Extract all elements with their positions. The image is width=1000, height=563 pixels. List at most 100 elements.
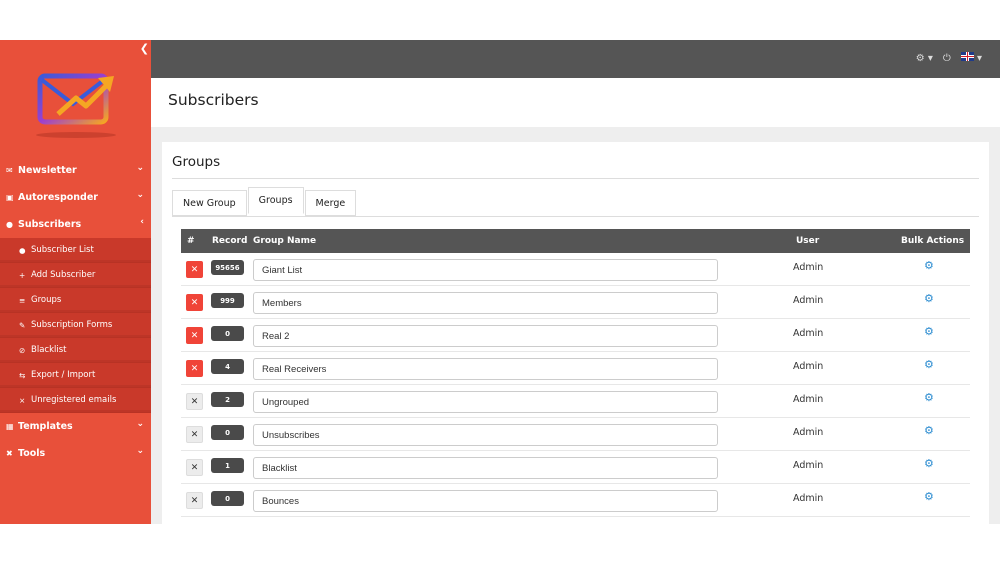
exchange-icon: ⇆ xyxy=(19,370,26,380)
group-name-input[interactable] xyxy=(253,457,718,479)
delete-icon[interactable]: ✕ xyxy=(186,459,203,476)
gear-icon[interactable]: ⚙ xyxy=(924,259,934,272)
envelope-icon: ✉ xyxy=(6,166,13,175)
panel-title: Groups xyxy=(172,154,221,170)
sidebar-item-subscribers[interactable]: ● Subscribers ‹ xyxy=(0,211,151,238)
divider xyxy=(172,178,979,179)
col-header-user: User xyxy=(796,236,820,246)
user-cell: Admin xyxy=(793,427,824,438)
gear-icon[interactable]: ⚙ xyxy=(924,424,934,437)
sidebar-item-autoresponder[interactable]: ▣ Autoresponder ⌄ xyxy=(0,184,151,211)
sidebar-item-label: Templates xyxy=(18,421,73,432)
gear-icon[interactable]: ⚙ xyxy=(924,457,934,470)
group-name-input[interactable] xyxy=(253,259,718,281)
page-title: Subscribers xyxy=(168,91,259,109)
record-count-badge: 1 xyxy=(211,458,244,473)
gear-icon[interactable]: ⚙ xyxy=(924,292,934,305)
submenu-item-blacklist[interactable]: ⊘ Blacklist xyxy=(0,338,151,363)
table-body: ✕ 95656 Admin ⚙ ✕ 999 Admin ⚙ ✕ 0 Admin ⚙ ✕ 4 Admin ⚙ ✕ 2… xyxy=(181,253,970,517)
table-row: ✕ 95656 Admin ⚙ xyxy=(181,253,970,286)
submenu-item-label: Blacklist xyxy=(31,345,67,355)
delete-icon[interactable]: ✕ xyxy=(186,393,203,410)
submenu-item-export-import[interactable]: ⇆ Export / Import xyxy=(0,363,151,388)
gear-icon[interactable]: ⚙ xyxy=(924,490,934,503)
gear-icon[interactable]: ⚙ xyxy=(924,391,934,404)
user-cell: Admin xyxy=(793,262,824,273)
gear-icon[interactable]: ⚙ xyxy=(924,358,934,371)
chevron-left-icon[interactable]: ❮ xyxy=(140,42,149,55)
sidebar-item-newsletter[interactable]: ✉ Newsletter ⌄ xyxy=(0,157,151,184)
record-count-badge: 0 xyxy=(211,326,244,341)
tools-icon: ✖ xyxy=(6,449,13,458)
delete-icon[interactable]: ✕ xyxy=(186,426,203,443)
user-cell: Admin xyxy=(793,361,824,372)
table-header: # Record Group Name User Bulk Actions xyxy=(181,229,970,253)
record-count-badge: 2 xyxy=(211,392,244,407)
submenu-item-label: Subscriber List xyxy=(31,245,94,255)
user-cell: Admin xyxy=(793,493,824,504)
delete-icon[interactable]: ✕ xyxy=(186,360,203,377)
gear-icon[interactable]: ⚙ xyxy=(924,325,934,338)
paint-roller-icon: ▦ xyxy=(6,422,14,431)
record-count-badge: 4 xyxy=(211,359,244,374)
sidebar: ❮ ✉ Newsletter ⌄ ▣ Autoresponder ⌄ ● Sub… xyxy=(0,40,151,524)
sidebar-menu: ✉ Newsletter ⌄ ▣ Autoresponder ⌄ ● Subsc… xyxy=(0,157,151,467)
top-bar: ⚙ ▾ ⏻ ▾ xyxy=(151,40,1000,78)
group-name-input[interactable] xyxy=(253,325,718,347)
group-name-input[interactable] xyxy=(253,358,718,380)
record-count-badge: 95656 xyxy=(211,260,244,275)
sidebar-item-templates[interactable]: ▦ Templates ⌄ xyxy=(0,413,151,440)
app-frame: ❮ ✉ Newsletter ⌄ ▣ Autoresponder ⌄ ● Sub… xyxy=(0,40,1000,524)
uk-flag-icon[interactable]: ▾ xyxy=(960,52,982,64)
table-row: ✕ 0 Admin ⚙ xyxy=(181,319,970,352)
envelope-logo-icon[interactable] xyxy=(36,68,116,130)
chevron-down-icon: ⌄ xyxy=(136,163,144,173)
group-name-input[interactable] xyxy=(253,391,718,413)
submenu-item-label: Groups xyxy=(31,295,62,305)
sidebar-item-tools[interactable]: ✖ Tools ⌄ xyxy=(0,440,151,467)
submenu-item-groups[interactable]: ≡ Groups xyxy=(0,288,151,313)
record-count-badge: 0 xyxy=(211,425,244,440)
submenu-item-unregistered-emails[interactable]: ⨯ Unregistered emails xyxy=(0,388,151,413)
record-count-badge: 999 xyxy=(211,293,244,308)
record-count-badge: 0 xyxy=(211,491,244,506)
table-row: ✕ 4 Admin ⚙ xyxy=(181,352,970,385)
page-header: Subscribers xyxy=(151,78,1000,127)
gear-icon[interactable]: ⚙ ▾ xyxy=(916,53,933,64)
submenu-item-subscription-forms[interactable]: ✎ Subscription Forms xyxy=(0,313,151,338)
list-icon: ≡ xyxy=(19,295,26,305)
delete-icon[interactable]: ✕ xyxy=(186,492,203,509)
tab-groups[interactable]: Groups xyxy=(247,187,304,214)
users-icon: ● xyxy=(6,220,13,229)
submenu-item-label: Add Subscriber xyxy=(31,270,96,280)
top-bar-icons: ⚙ ▾ ⏻ ▾ xyxy=(916,52,982,64)
power-icon[interactable]: ⏻ xyxy=(943,53,951,64)
user-slash-icon: ⨯ xyxy=(19,395,26,405)
ban-icon: ⊘ xyxy=(19,345,26,355)
groups-table: # Record Group Name User Bulk Actions ✕ 9… xyxy=(181,229,970,517)
col-header-group-name: Group Name xyxy=(253,236,317,246)
tab-bar: New Group Groups Merge xyxy=(172,187,357,217)
car-icon: ▣ xyxy=(6,193,14,202)
chevron-left-icon: ‹ xyxy=(140,217,144,227)
sidebar-item-label: Newsletter xyxy=(18,165,77,176)
subscribers-submenu: ● Subscriber List + Add Subscriber ≡ Gro… xyxy=(0,238,151,413)
submenu-item-add-subscriber[interactable]: + Add Subscriber xyxy=(0,263,151,288)
group-name-input[interactable] xyxy=(253,490,718,512)
tab-merge[interactable]: Merge xyxy=(304,190,357,216)
delete-icon[interactable]: ✕ xyxy=(186,261,203,278)
group-name-input[interactable] xyxy=(253,424,718,446)
plus-icon: + xyxy=(19,270,26,280)
submenu-item-subscriber-list[interactable]: ● Subscriber List xyxy=(0,238,151,263)
table-row: ✕ 0 Admin ⚙ xyxy=(181,484,970,517)
group-name-input[interactable] xyxy=(253,292,718,314)
delete-icon[interactable]: ✕ xyxy=(186,327,203,344)
chevron-down-icon: ⌄ xyxy=(136,190,144,200)
user-cell: Admin xyxy=(793,295,824,306)
col-header-bulk-actions: Bulk Actions xyxy=(901,236,965,246)
col-header-record: Record xyxy=(212,236,248,246)
sidebar-item-label: Subscribers xyxy=(18,219,82,230)
col-header-number: # xyxy=(187,236,195,246)
tab-new-group[interactable]: New Group xyxy=(172,190,247,216)
delete-icon[interactable]: ✕ xyxy=(186,294,203,311)
